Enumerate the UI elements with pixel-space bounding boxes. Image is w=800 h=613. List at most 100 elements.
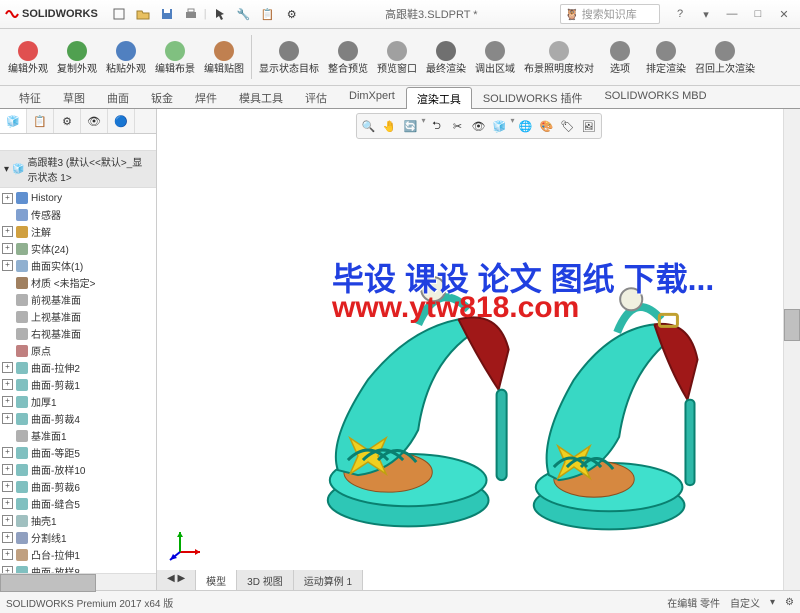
ribbon-btn-6[interactable]: 整合预览 — [324, 31, 372, 83]
status-custom[interactable]: 自定义 — [730, 595, 760, 610]
tab-nav-arrows[interactable]: ◀ ▶ — [157, 570, 196, 590]
view-section-icon[interactable]: ✂ — [448, 116, 468, 136]
expand-icon[interactable]: + — [2, 226, 13, 237]
view-env-icon[interactable]: 🖼 — [579, 116, 599, 136]
viewport[interactable]: 🔍🤚🔄▾⮌✂👁🧊▾🌐🎨🏷🖼 — [157, 109, 800, 590]
tab-DimXpert[interactable]: DimXpert — [338, 86, 406, 108]
tab-模具工具[interactable]: 模具工具 — [228, 86, 294, 108]
tab-草图[interactable]: 草图 — [52, 86, 96, 108]
side-tab-feature-icon[interactable]: 🧊 — [0, 109, 27, 133]
qat-settings-icon[interactable]: ⚙ — [281, 3, 303, 25]
ribbon-btn-0[interactable]: 编辑外观 — [4, 31, 52, 83]
tab-特征[interactable]: 特征 — [8, 86, 52, 108]
tree-item[interactable]: +分割线1 — [0, 529, 156, 546]
tree-item[interactable]: +曲面-剪裁6 — [0, 478, 156, 495]
tab-曲面[interactable]: 曲面 — [96, 86, 140, 108]
expand-icon[interactable]: + — [2, 362, 13, 373]
tree-item[interactable]: 右视基准面 — [0, 325, 156, 342]
expand-icon[interactable]: + — [2, 464, 13, 475]
view-decal-icon[interactable]: 🏷 — [558, 116, 578, 136]
ribbon-btn-5[interactable]: 显示状态目标 — [255, 31, 323, 83]
qat-print-icon[interactable] — [180, 3, 202, 25]
expand-icon[interactable]: + — [2, 549, 13, 560]
close-button[interactable]: ✕ — [772, 4, 796, 24]
ribbon-btn-7[interactable]: 预览窗口 — [373, 31, 421, 83]
qat-open-icon[interactable] — [132, 3, 154, 25]
help-button[interactable]: ? — [668, 4, 692, 24]
bottom-tab-1[interactable]: 3D 视图 — [237, 570, 294, 590]
expand-icon[interactable]: + — [2, 447, 13, 458]
bottom-tab-0[interactable]: 模型 — [196, 570, 237, 590]
tree-item[interactable]: 传感器 — [0, 206, 156, 223]
search-input[interactable]: 🦉 搜索知识库 — [560, 4, 660, 24]
tree-item[interactable]: 基准面1 — [0, 427, 156, 444]
tree-item[interactable]: 原点 — [0, 342, 156, 359]
tree-item[interactable]: +曲面-缝合5 — [0, 495, 156, 512]
ribbon-btn-8[interactable]: 最终渲染 — [422, 31, 470, 83]
ribbon-btn-12[interactable]: 排定渲染 — [642, 31, 690, 83]
tab-钣金[interactable]: 钣金 — [140, 86, 184, 108]
side-tab-appear-icon[interactable]: 🔵 — [108, 109, 135, 133]
ribbon-btn-4[interactable]: 编辑贴图 — [200, 31, 248, 83]
tree-item[interactable]: +曲面-剪裁4 — [0, 410, 156, 427]
view-zoom-icon[interactable]: 🔍 — [358, 116, 378, 136]
expand-icon[interactable]: + — [2, 481, 13, 492]
tab-渲染工具[interactable]: 渲染工具 — [406, 87, 472, 109]
view-display-icon[interactable]: 🧊 — [490, 116, 510, 136]
qat-new-icon[interactable] — [108, 3, 130, 25]
tree-item[interactable]: +曲面实体(1) — [0, 257, 156, 274]
expand-icon[interactable]: + — [2, 260, 13, 271]
tree-item[interactable]: 前视基准面 — [0, 291, 156, 308]
model-canvas[interactable] — [157, 109, 800, 590]
bottom-tab-2[interactable]: 运动算例 1 — [294, 570, 363, 590]
tab-SOLIDWORKS 插件[interactable]: SOLIDWORKS 插件 — [472, 86, 594, 108]
tab-评估[interactable]: 评估 — [294, 86, 338, 108]
tree-item[interactable]: +加厚1 — [0, 393, 156, 410]
feature-tree[interactable]: +History传感器+注解+实体(24)+曲面实体(1)材质 <未指定>前视基… — [0, 188, 156, 573]
ribbon-btn-13[interactable]: 召回上次渲染 — [691, 31, 759, 83]
viewport-scrollbar-v[interactable] — [783, 109, 800, 590]
tree-item[interactable]: +注解 — [0, 223, 156, 240]
tree-item[interactable]: +曲面-剪裁1 — [0, 376, 156, 393]
side-tab-property-icon[interactable]: 📋 — [27, 109, 54, 133]
tree-item[interactable]: +实体(24) — [0, 240, 156, 257]
qat-rebuild-icon[interactable]: 🔧 — [233, 3, 255, 25]
orientation-triad-icon[interactable] — [165, 522, 205, 562]
expand-icon[interactable]: + — [2, 498, 13, 509]
tree-item[interactable]: +曲面-拉伸2 — [0, 359, 156, 376]
ribbon-btn-2[interactable]: 粘贴外观 — [102, 31, 150, 83]
tree-item[interactable]: +抽壳1 — [0, 512, 156, 529]
tree-item[interactable]: 上视基准面 — [0, 308, 156, 325]
tab-SOLIDWORKS MBD[interactable]: SOLIDWORKS MBD — [593, 86, 717, 108]
ribbon-btn-9[interactable]: 调出区域 — [471, 31, 519, 83]
view-scene-icon[interactable]: 🌐 — [516, 116, 536, 136]
qat-save-icon[interactable] — [156, 3, 178, 25]
expand-icon[interactable]: + — [2, 413, 13, 424]
maximize-button[interactable]: □ — [746, 4, 770, 24]
ribbon-btn-10[interactable]: 布景照明度校对 — [520, 31, 598, 83]
tree-item[interactable]: +曲面-放样8 — [0, 563, 156, 573]
view-view-icon[interactable]: 👁 — [469, 116, 489, 136]
ribbon-btn-1[interactable]: 复制外观 — [53, 31, 101, 83]
ribbon-btn-11[interactable]: 选项 — [599, 31, 641, 83]
ribbon-btn-3[interactable]: 编辑布景 — [151, 31, 199, 83]
expand-icon[interactable]: + — [2, 566, 13, 573]
expand-icon[interactable]: + — [2, 379, 13, 390]
tree-scrollbar-h[interactable] — [0, 573, 156, 590]
status-chevron-icon[interactable]: ▾ — [770, 597, 775, 608]
view-prev-icon[interactable]: ⮌ — [427, 116, 447, 136]
chevron-down-icon[interactable]: ▾ — [694, 4, 718, 24]
minimize-button[interactable]: — — [720, 4, 744, 24]
expand-icon[interactable]: + — [2, 243, 13, 254]
view-rotate-icon[interactable]: 🔄 — [400, 116, 420, 136]
side-tab-config-icon[interactable]: ⚙ — [54, 109, 81, 133]
view-appear-icon[interactable]: 🎨 — [537, 116, 557, 136]
tree-root[interactable]: ▾ 🧊 高跟鞋3 (默认<<默认>_显示状态 1> — [0, 151, 156, 188]
tree-item[interactable]: +曲面-放样10 — [0, 461, 156, 478]
expand-icon[interactable]: + — [2, 515, 13, 526]
expand-icon[interactable]: + — [2, 396, 13, 407]
tree-item[interactable]: 材质 <未指定> — [0, 274, 156, 291]
expand-icon[interactable]: + — [2, 532, 13, 543]
side-tab-display-icon[interactable]: 👁 — [81, 109, 108, 133]
status-gear-icon[interactable]: ⚙ — [785, 597, 794, 608]
